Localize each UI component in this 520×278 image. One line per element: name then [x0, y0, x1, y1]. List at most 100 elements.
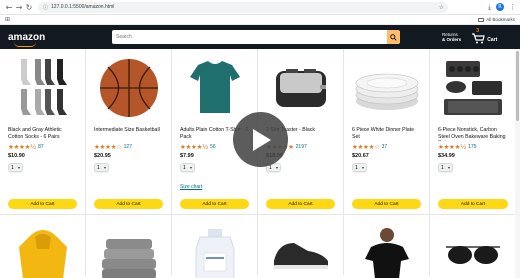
product-price: $20.67 [352, 153, 369, 159]
url-text: 127.0.0.1:5500/amazon.html [51, 4, 115, 10]
product-image-towels[interactable] [94, 225, 163, 278]
video-play-button[interactable] [233, 112, 288, 167]
cart-count: 3 [476, 28, 480, 34]
rating-count[interactable]: 37 [382, 144, 388, 150]
logo-text: amazon [8, 31, 46, 43]
rating-count[interactable]: 175 [468, 144, 476, 150]
product-image-sneaker[interactable] [266, 225, 335, 278]
add-to-cart-button[interactable]: Add to Cart [266, 199, 335, 209]
returns-orders-link[interactable]: Returns & Orders [442, 32, 461, 42]
page-scrollbar[interactable] [515, 49, 520, 278]
rating-stars-icon: ★★★★½ [8, 143, 37, 151]
size-chart-link[interactable]: Size chart [180, 184, 202, 190]
search-input[interactable] [112, 30, 387, 44]
folder-icon [478, 17, 485, 22]
add-to-cart-button[interactable]: Add to Cart [8, 199, 77, 209]
cart-icon: 3 [471, 28, 486, 44]
rating-stars-icon: ★★★★☆ [94, 143, 122, 151]
browser-toolbar: ← → ↻ ⓘ 127.0.0.1:5500/amazon.html ☆ ⤓ R… [0, 0, 520, 15]
all-bookmarks[interactable]: All Bookmarks [478, 17, 515, 22]
product-card: 6 Piece White Dinner Plate Set ★★★★☆ 37 … [344, 49, 430, 215]
search-icon [390, 33, 397, 41]
product-image-plates[interactable] [352, 55, 421, 121]
bookmark-star-icon[interactable]: ☆ [439, 4, 444, 11]
chevron-down-icon: ▾ [17, 165, 20, 170]
apps-grid-icon[interactable]: ⊞ [5, 16, 10, 23]
rating-count[interactable]: 127 [124, 144, 132, 150]
product-grid-row-2 [0, 215, 520, 278]
product-name[interactable]: 6 Piece White Dinner Plate Set [352, 127, 421, 141]
product-rating: ★★★★½ 87 [8, 143, 77, 151]
product-name[interactable]: 6-Piece Nonstick, Carbon Steel Oven Bake… [438, 127, 508, 141]
product-image-bakeware[interactable] [438, 55, 508, 121]
play-icon [252, 128, 271, 151]
product-card [430, 215, 516, 275]
product-rating: ★★★★½ 175 [438, 143, 508, 151]
download-icon[interactable]: ⤓ [488, 3, 491, 12]
product-image-tshirt[interactable] [180, 55, 249, 121]
rating-count[interactable]: 2197 [296, 144, 307, 150]
product-image-sunglasses[interactable] [438, 225, 508, 278]
add-to-cart-button[interactable]: Add to Cart [352, 199, 421, 209]
reload-icon[interactable]: ↻ [24, 1, 34, 13]
product-name[interactable]: Intermediate Size Basketball [94, 127, 163, 141]
add-to-cart-button[interactable]: Add to Cart [94, 199, 163, 209]
product-price: $20.95 [94, 153, 111, 159]
returns-line2: & Orders [442, 37, 462, 42]
product-card [258, 215, 344, 275]
chevron-down-icon: ▾ [189, 165, 192, 170]
chevron-down-icon: ▾ [275, 165, 278, 170]
product-name[interactable]: Black and Gray Athletic Cotton Socks - 6… [8, 127, 77, 141]
cart-label: Cart [487, 37, 498, 43]
product-card [86, 215, 172, 278]
quantity-value: 1 [441, 164, 444, 171]
product-card [172, 215, 258, 278]
forward-icon[interactable]: → [14, 1, 24, 13]
rating-stars-icon: ★★★★½ [438, 143, 467, 151]
info-icon[interactable]: ⓘ [43, 4, 48, 11]
product-image-socks[interactable] [8, 55, 77, 121]
product-image-basketball[interactable] [94, 55, 163, 121]
rating-count[interactable]: 56 [210, 144, 216, 150]
profile-avatar[interactable]: R [496, 3, 504, 11]
quantity-select[interactable]: 1 ▾ [438, 163, 453, 172]
all-bookmarks-label: All Bookmarks [486, 17, 515, 22]
search-button[interactable] [387, 30, 400, 44]
quantity-value: 1 [97, 164, 100, 171]
add-to-cart-button[interactable]: Add to Cart [438, 199, 508, 209]
search-bar [112, 30, 400, 44]
product-card [344, 215, 430, 278]
cart-link[interactable]: 3 Cart [471, 28, 498, 44]
site-header: amazon Returns & Orders 3 Cart [0, 25, 520, 49]
product-image-top[interactable] [352, 225, 421, 278]
rating-stars-icon: ★★★★½ [180, 143, 209, 151]
quantity-value: 1 [355, 164, 358, 171]
product-card: Black and Gray Athletic Cotton Socks - 6… [0, 49, 86, 215]
quantity-select[interactable]: 1 ▾ [352, 163, 367, 172]
product-price: $10.90 [8, 153, 25, 159]
chevron-down-icon: ▾ [361, 165, 364, 170]
product-card: 6-Piece Nonstick, Carbon Steel Oven Bake… [430, 49, 516, 215]
product-image-detergent[interactable] [180, 225, 249, 278]
product-card [0, 215, 86, 278]
rating-count[interactable]: 87 [38, 144, 44, 150]
logo-smile [14, 42, 36, 47]
address-bar[interactable]: ⓘ 127.0.0.1:5500/amazon.html ☆ [38, 1, 448, 13]
product-rating: ★★★★☆ 37 [352, 143, 421, 151]
back-icon[interactable]: ← [4, 1, 14, 13]
rating-stars-icon: ★★★★☆ [352, 143, 380, 151]
product-card: Intermediate Size Basketball ★★★★☆ 127 $… [86, 49, 172, 215]
add-to-cart-button[interactable]: Add to Cart [180, 199, 249, 209]
product-image-hoodie[interactable] [8, 225, 77, 278]
quantity-select[interactable]: 1 ▾ [8, 163, 23, 172]
product-rating: ★★★★☆ 127 [94, 143, 163, 151]
scrollbar-thumb[interactable] [516, 51, 519, 121]
quantity-value: 1 [11, 164, 14, 171]
chevron-down-icon: ▾ [103, 165, 106, 170]
product-image-toaster[interactable] [266, 55, 335, 121]
quantity-select[interactable]: 1 ▾ [180, 163, 195, 172]
amazon-logo[interactable]: amazon [8, 31, 48, 47]
chevron-down-icon: ▾ [447, 165, 450, 170]
quantity-select[interactable]: 1 ▾ [94, 163, 109, 172]
menu-dots-icon[interactable]: ⋮ [509, 3, 516, 11]
